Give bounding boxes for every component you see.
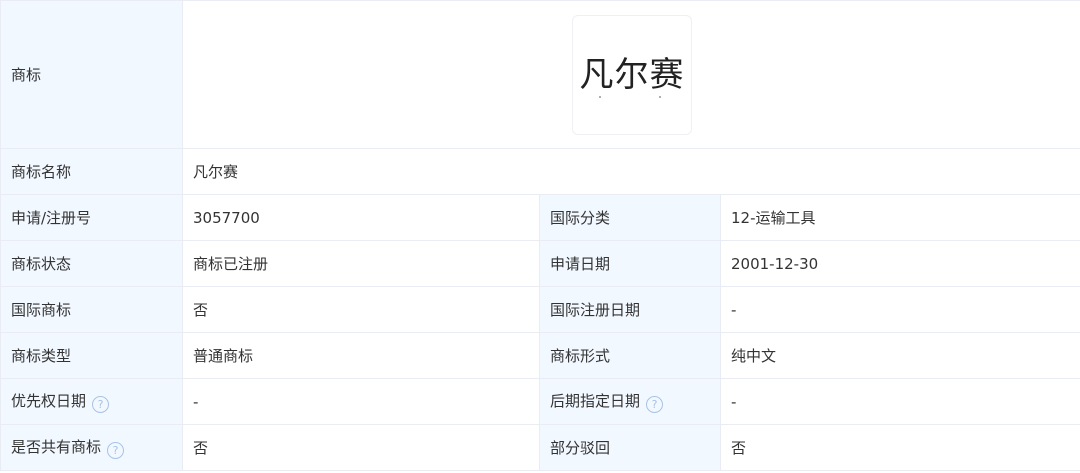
- row-trademark-status: 商标状态 商标已注册 申请日期 2001-12-30: [0, 240, 1080, 287]
- help-icon[interactable]: ?: [92, 396, 110, 413]
- trademark-type-value: 普通商标: [182, 332, 540, 379]
- international-class-value: 12-运输工具: [719, 194, 1080, 241]
- logo-speck: [599, 96, 601, 98]
- trademark-status-label: 商标状态: [0, 240, 183, 287]
- application-date-label: 申请日期: [539, 240, 721, 287]
- help-icon[interactable]: ?: [107, 442, 125, 459]
- priority-date-label: 优先权日期: [11, 392, 87, 410]
- partial-rejection-label: 部分驳回: [539, 424, 721, 471]
- trademark-logo-image[interactable]: 凡尔赛: [572, 15, 692, 135]
- row-shared-trademark: 是否共有商标? 否 部分驳回 否: [0, 424, 1080, 471]
- help-icon[interactable]: ?: [646, 396, 664, 413]
- trademark-form-value: 纯中文: [719, 332, 1080, 379]
- international-registration-date-label: 国际注册日期: [539, 286, 721, 333]
- row-priority-date: 优先权日期? - 后期指定日期? -: [0, 378, 1080, 425]
- subsequent-designation-date-value: -: [719, 378, 1080, 425]
- shared-trademark-label-cell: 是否共有商标?: [0, 424, 183, 471]
- trademark-logo-text: 凡尔赛: [579, 54, 685, 95]
- international-class-label: 国际分类: [539, 194, 721, 241]
- subsequent-designation-date-label-cell: 后期指定日期?: [539, 378, 721, 425]
- trademark-info-table: 商标 凡尔赛 商标名称 凡尔赛 申请/注册号 3057700 国际分类 12-运…: [0, 0, 1080, 471]
- trademark-logo-cell: 凡尔赛: [181, 0, 1080, 149]
- international-trademark-label: 国际商标: [0, 286, 183, 333]
- row-trademark-name: 商标名称 凡尔赛: [0, 148, 1080, 195]
- trademark-name-label: 商标名称: [0, 148, 183, 195]
- trademark-name-value: 凡尔赛: [181, 148, 1080, 195]
- international-trademark-value: 否: [182, 286, 540, 333]
- registration-number-label: 申请/注册号: [0, 194, 183, 241]
- row-international-trademark: 国际商标 否 国际注册日期 -: [0, 286, 1080, 333]
- logo-speck: [659, 96, 661, 98]
- trademark-type-label: 商标类型: [0, 332, 183, 379]
- trademark-form-label: 商标形式: [539, 332, 721, 379]
- shared-trademark-label: 是否共有商标: [11, 438, 102, 456]
- row-registration-number: 申请/注册号 3057700 国际分类 12-运输工具: [0, 194, 1080, 241]
- trademark-logo-label: 商标: [0, 0, 183, 149]
- row-trademark-type: 商标类型 普通商标 商标形式 纯中文: [0, 332, 1080, 379]
- application-date-value: 2001-12-30: [719, 240, 1080, 287]
- priority-date-label-cell: 优先权日期?: [0, 378, 183, 425]
- registration-number-value: 3057700: [182, 194, 540, 241]
- partial-rejection-value: 否: [719, 424, 1080, 471]
- priority-date-value: -: [182, 378, 540, 425]
- international-registration-date-value: -: [719, 286, 1080, 333]
- subsequent-designation-date-label: 后期指定日期: [550, 392, 641, 410]
- shared-trademark-value: 否: [182, 424, 540, 471]
- trademark-status-value: 商标已注册: [182, 240, 540, 287]
- trademark-logo-row: 商标 凡尔赛: [0, 0, 1080, 149]
